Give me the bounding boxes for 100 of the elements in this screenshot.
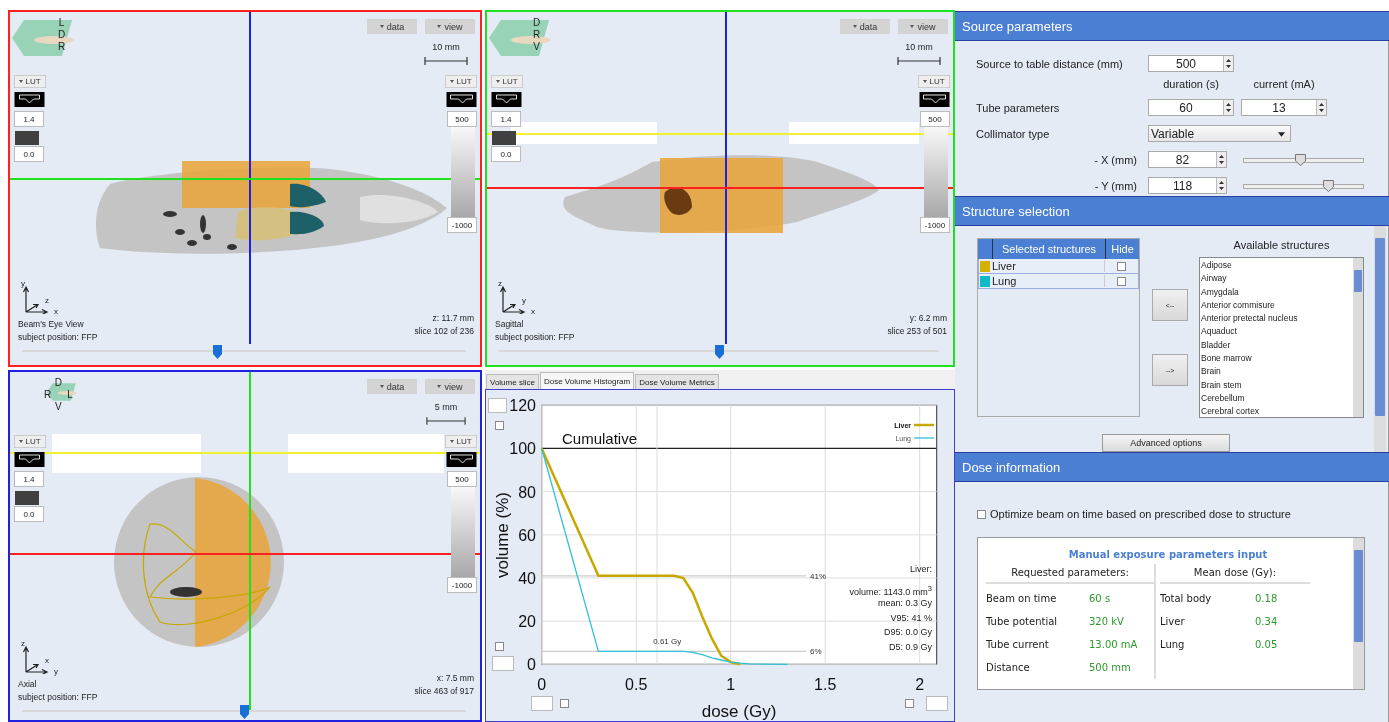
aperture-slider[interactable] <box>1243 179 1364 192</box>
collimator-dropdown[interactable]: Variable <box>1148 125 1291 142</box>
window-handle-icon[interactable] <box>14 92 45 107</box>
slice-slider[interactable] <box>22 345 466 359</box>
slice-number: slice 463 of 917 <box>414 684 474 697</box>
slider-thumb[interactable] <box>240 705 249 719</box>
list-item[interactable]: Anterior pretectal nucleus <box>1201 312 1298 326</box>
list-item[interactable]: Amygdala <box>1201 285 1239 299</box>
checkbox[interactable] <box>495 642 504 651</box>
tick-label: 60 <box>518 526 536 544</box>
axis-limit-field[interactable] <box>488 398 507 413</box>
spinner-icon[interactable] <box>1216 178 1226 193</box>
number-field[interactable]: 500 <box>1148 55 1234 72</box>
min-value-field[interactable]: 0.0 <box>491 146 521 162</box>
checkbox[interactable] <box>977 509 986 519</box>
lut-button[interactable]: LUT <box>445 75 477 88</box>
window-handle-icon[interactable] <box>446 92 477 107</box>
dropdown-button[interactable]: data <box>367 19 417 34</box>
max-value-field[interactable]: 500 <box>920 111 950 127</box>
max-value-field[interactable]: 1.4 <box>14 471 44 487</box>
advanced-options-button[interactable]: Advanced options <box>1102 434 1230 452</box>
scrollbar[interactable] <box>1353 538 1364 689</box>
axis-limit-field[interactable] <box>926 696 948 711</box>
number-field[interactable]: 60 <box>1148 99 1234 116</box>
list-item[interactable]: Bone marrow <box>1201 352 1252 366</box>
aperture-slider[interactable] <box>1243 153 1364 166</box>
orientation-label: D <box>58 29 66 41</box>
min-value-field[interactable]: 0.0 <box>14 506 44 522</box>
tab[interactable]: Dose Volume Histogram <box>539 372 635 389</box>
slider-thumb[interactable] <box>213 345 223 359</box>
tick-label: 40 <box>518 569 536 587</box>
checkbox[interactable] <box>560 699 569 708</box>
slice-slider[interactable] <box>22 705 466 719</box>
tab[interactable]: Volume slice <box>486 374 539 389</box>
orientation-label: D <box>54 377 62 389</box>
lut-button[interactable]: LUT <box>491 75 523 88</box>
list-item[interactable]: Aquaduct <box>1201 325 1237 339</box>
tick-label: 100 <box>509 440 536 458</box>
lut-button[interactable]: LUT <box>14 435 46 448</box>
max-value-field[interactable]: 1.4 <box>491 111 521 127</box>
tick-label: 2 <box>915 676 925 693</box>
number-field[interactable]: 13 <box>1241 99 1327 116</box>
dropdown-button[interactable]: view <box>898 19 948 34</box>
caret-icon <box>852 25 857 28</box>
scrollbar[interactable] <box>1374 226 1386 452</box>
dropdown-button[interactable]: view <box>425 379 475 394</box>
list-item[interactable]: Cerebral cortex <box>1201 405 1260 419</box>
slider-thumb[interactable] <box>1322 179 1334 192</box>
tab[interactable]: Dose Volume Metrics <box>635 374 719 389</box>
axis-label: z <box>21 640 25 648</box>
caret-icon <box>19 440 24 443</box>
axis-label: y <box>54 668 58 676</box>
spinner-icon[interactable] <box>1316 100 1326 115</box>
spinner-icon[interactable] <box>1216 152 1226 167</box>
max-value-field[interactable]: 500 <box>447 471 477 487</box>
window-handle-icon[interactable] <box>491 92 522 107</box>
caret-icon <box>910 25 915 28</box>
below-range-swatch <box>15 491 39 505</box>
dropdown-button[interactable]: data <box>840 19 890 34</box>
lut-button[interactable]: LUT <box>445 435 477 448</box>
axis-label: x <box>45 657 49 665</box>
checkbox[interactable] <box>495 421 504 430</box>
list-item[interactable]: Anterior commisure <box>1201 298 1275 313</box>
list-item[interactable]: Airway <box>1201 272 1227 286</box>
slider-thumb[interactable] <box>1294 153 1306 166</box>
parameter-label: Beam on time <box>986 593 1058 604</box>
window-handle-icon[interactable] <box>919 92 950 107</box>
dropdown-button[interactable]: view <box>425 19 475 34</box>
window-handle-icon[interactable] <box>14 452 45 467</box>
spinner-icon[interactable] <box>1223 100 1233 115</box>
min-value-field[interactable]: 0.0 <box>14 146 44 162</box>
number-field[interactable]: 82 <box>1148 151 1227 168</box>
min-value-field[interactable]: -1000 <box>447 577 477 593</box>
axis-limit-field[interactable] <box>531 696 553 711</box>
list-item[interactable]: Brain <box>1201 365 1221 379</box>
window-handle-icon[interactable] <box>446 452 477 467</box>
max-value-field[interactable]: 500 <box>447 111 477 127</box>
list-item[interactable]: Cerebellum <box>1201 391 1245 406</box>
max-value-field[interactable]: 1.4 <box>14 111 44 127</box>
min-value-field[interactable]: -1000 <box>920 217 950 233</box>
axis-title: dose (Gy) <box>701 702 777 721</box>
list-item[interactable]: Brain stem <box>1201 378 1242 392</box>
min-value-field[interactable]: -1000 <box>447 217 477 233</box>
structure-label: Liver <box>1160 616 1186 627</box>
scrollbar[interactable] <box>1353 258 1363 417</box>
number-field[interactable]: 118 <box>1148 177 1227 194</box>
lut-button[interactable]: LUT <box>14 75 46 88</box>
slider-thumb[interactable] <box>715 345 724 359</box>
subject-position: subject position: FFP <box>18 690 98 703</box>
checkbox[interactable] <box>1117 276 1126 286</box>
field-label: Tube parameters <box>976 101 1061 114</box>
list-item[interactable]: Bladder <box>1201 338 1231 353</box>
spinner-icon[interactable] <box>1223 56 1233 71</box>
axis-limit-field[interactable] <box>492 656 514 671</box>
checkbox[interactable] <box>1117 261 1126 271</box>
list-item[interactable]: Adipose <box>1201 259 1232 273</box>
dropdown-button[interactable]: data <box>367 379 417 394</box>
lut-button[interactable]: LUT <box>918 75 950 88</box>
checkbox[interactable] <box>905 699 914 708</box>
slice-slider[interactable] <box>499 345 939 359</box>
